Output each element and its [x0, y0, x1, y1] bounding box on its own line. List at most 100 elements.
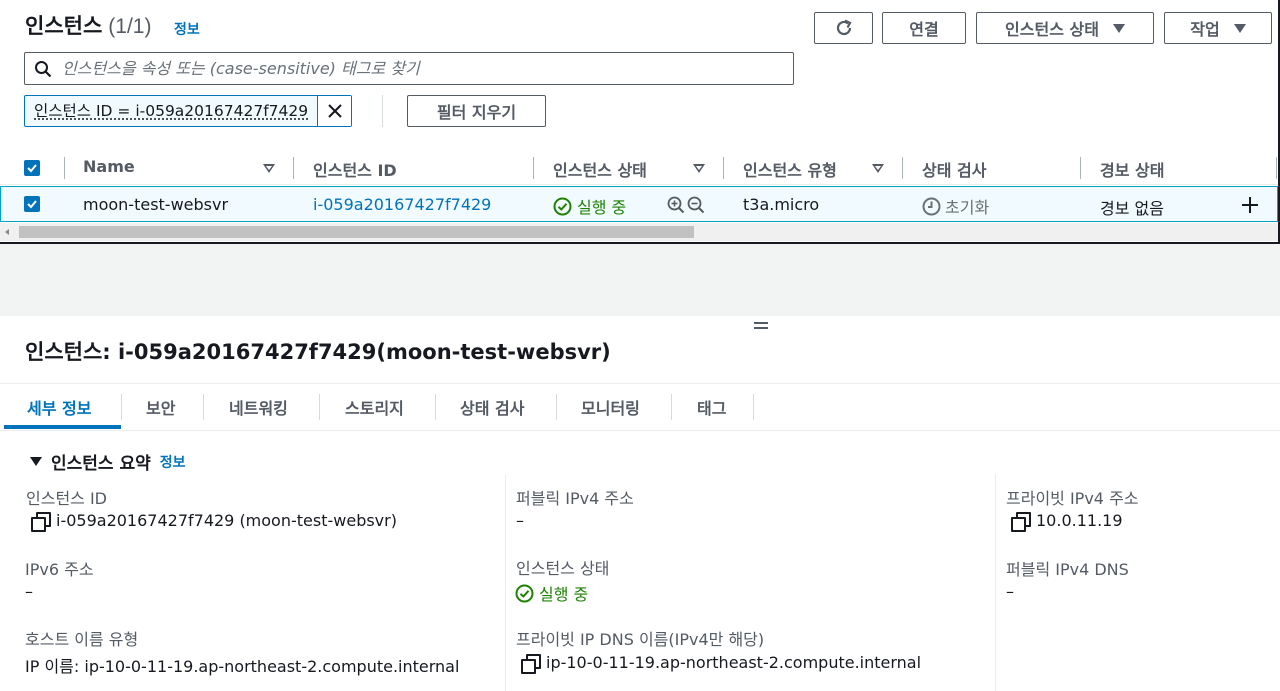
public-ipv4-value: –: [516, 511, 524, 530]
tab-divider: [121, 394, 122, 420]
caret-down-icon: [1233, 23, 1246, 33]
column-divider: [995, 474, 996, 691]
horizontal-scrollbar[interactable]: [0, 223, 1278, 241]
actions-label: 작업: [1190, 20, 1220, 39]
column-divider: [505, 474, 506, 691]
tab-divider: [671, 394, 672, 420]
public-dns-label: 퍼블릭 IPv4 DNS: [1006, 560, 1129, 579]
divider: [382, 95, 383, 127]
sort-icon[interactable]: [872, 164, 884, 173]
column-header-instance-type[interactable]: 인스턴스 유형: [743, 157, 837, 181]
detail-title: 인스턴스: i-059a20167427f7429(moon-test-webs…: [25, 340, 611, 364]
public-dns-value: –: [1006, 582, 1014, 601]
scroll-left-icon[interactable]: [5, 229, 9, 235]
tab-details[interactable]: 세부 정보: [27, 395, 91, 419]
cell-instance-id-link[interactable]: i-059a20167427f7429: [313, 195, 491, 214]
page-title: 인스턴스 (1/1): [25, 10, 151, 40]
instance-count: (1/1): [108, 15, 152, 38]
zoom-in-icon[interactable]: [667, 196, 685, 214]
remove-filter-button[interactable]: [317, 96, 352, 126]
copy-icon[interactable]: [1011, 512, 1031, 532]
cell-instance-state: 실행 중: [553, 194, 626, 218]
info-link[interactable]: 정보: [174, 19, 200, 39]
column-divider: [293, 157, 294, 179]
tab-divider: [319, 394, 320, 420]
section-info-link[interactable]: 정보: [160, 452, 186, 472]
clear-filters-button[interactable]: 필터 지우기: [407, 95, 546, 127]
caret-down-icon: [1112, 23, 1125, 33]
tab-storage[interactable]: 스토리지: [345, 395, 404, 419]
private-ipv4-value: 10.0.11.19: [1011, 511, 1123, 532]
table-row[interactable]: moon-test-websvr i-059a20167427f7429 실행 …: [0, 186, 1278, 222]
check-circle-icon: [553, 197, 572, 215]
private-ipv4-label: 프라이빗 IPv4 주소: [1006, 489, 1139, 508]
copy-icon[interactable]: [521, 654, 541, 674]
instances-panel: 인스턴스(1/1) 정보 연결 인스턴스 상태 작업 인스턴스 ID = i-0…: [0, 0, 1280, 244]
instance-state-button[interactable]: 인스턴스 상태: [976, 12, 1154, 44]
instance-id-label: 인스턴스 ID: [26, 489, 108, 508]
tab-divider: [435, 394, 436, 420]
table-header: Name 인스턴스 ID 인스턴스 상태 인스턴스 유형 상태 검사 경보 상태: [0, 149, 1278, 185]
public-ipv4-label: 퍼블릭 IPv4 주소: [516, 489, 634, 508]
add-alarm-button[interactable]: [1241, 196, 1259, 218]
column-header-instance-id[interactable]: 인스턴스 ID: [313, 157, 397, 181]
cell-instance-state-text: 실행 중: [577, 198, 627, 217]
zoom-controls: [667, 196, 705, 214]
actions-button[interactable]: 작업: [1164, 12, 1272, 44]
select-all-checkbox[interactable]: [24, 160, 40, 176]
refresh-button[interactable]: [814, 12, 873, 44]
cell-name: moon-test-websvr: [83, 195, 229, 214]
plus-icon: [1242, 197, 1258, 213]
connect-button[interactable]: 연결: [882, 12, 966, 44]
private-dns-label: 프라이빗 IP DNS 이름(IPv4만 해당): [516, 630, 765, 649]
cell-status-check-text: 초기화: [945, 198, 990, 217]
private-dns-value: ip-10-0-11-19.ap-northeast-2.compute.int…: [521, 653, 921, 674]
tab-monitoring[interactable]: 모니터링: [581, 395, 640, 419]
page-title-text: 인스턴스: [25, 15, 103, 38]
filter-token-label[interactable]: 인스턴스 ID = i-059a20167427f7429: [25, 96, 317, 126]
private-ipv4-text: 10.0.11.19: [1036, 511, 1123, 530]
cell-status-check: 초기화: [922, 194, 989, 218]
instance-state-value: 실행 중: [515, 581, 588, 605]
search-icon: [35, 60, 52, 77]
column-divider: [902, 157, 903, 179]
check-circle-icon: [515, 584, 534, 602]
tab-tags[interactable]: 태그: [697, 395, 726, 419]
clock-icon: [922, 197, 941, 215]
drag-handle-icon[interactable]: [754, 322, 768, 330]
cell-instance-type: t3a.micro: [743, 195, 820, 214]
tab-security[interactable]: 보안: [146, 395, 175, 419]
tab-networking[interactable]: 네트워킹: [229, 395, 288, 419]
scrollbar-thumb[interactable]: [19, 226, 694, 238]
cell-alarm-status: 경보 없음: [1100, 199, 1164, 218]
sort-icon[interactable]: [693, 164, 705, 173]
column-divider: [533, 157, 534, 179]
zoom-out-icon[interactable]: [687, 196, 705, 214]
instance-id-text: i-059a20167427f7429 (moon-test-websvr): [56, 511, 397, 530]
hostname-type-value: IP 이름: ip-10-0-11-19.ap-northeast-2.comp…: [25, 657, 460, 676]
search-box[interactable]: [24, 52, 794, 85]
sort-icon[interactable]: [263, 164, 275, 173]
ipv6-value: –: [25, 582, 33, 601]
active-tab-indicator: [4, 425, 121, 429]
copy-icon[interactable]: [31, 512, 51, 532]
section-header[interactable]: 인스턴스 요약 정보: [30, 449, 186, 474]
hostname-type-label: 호스트 이름 유형: [25, 630, 139, 649]
check-icon: [27, 200, 37, 209]
filter-token: 인스턴스 ID = i-059a20167427f7429: [24, 95, 353, 127]
tab-status-checks[interactable]: 상태 검사: [460, 395, 524, 419]
row-checkbox[interactable]: [24, 196, 40, 212]
column-header-instance-state[interactable]: 인스턴스 상태: [553, 157, 647, 181]
refresh-icon: [836, 19, 852, 36]
column-header-alarm-status[interactable]: 경보 상태: [1100, 157, 1164, 181]
column-header-status-check[interactable]: 상태 검사: [922, 157, 986, 181]
check-icon: [27, 164, 37, 173]
detail-tabs: 세부 정보 보안 네트워킹 스토리지 상태 검사 모니터링 태그: [0, 383, 1280, 431]
column-header-name[interactable]: Name: [83, 157, 135, 176]
column-divider: [1080, 157, 1081, 179]
close-icon: [327, 104, 342, 118]
search-input[interactable]: [62, 59, 762, 78]
instance-state-text: 실행 중: [539, 585, 589, 604]
tab-divider: [556, 394, 557, 420]
panel-gap: [0, 244, 1280, 316]
